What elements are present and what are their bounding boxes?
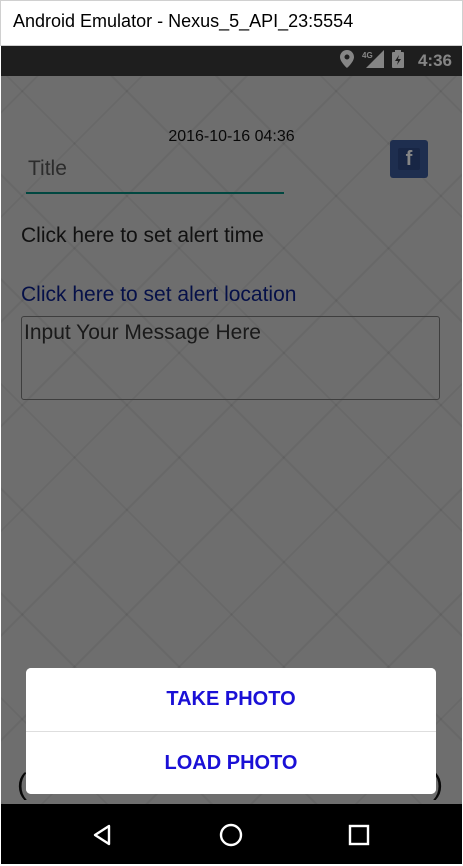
home-icon[interactable] bbox=[214, 818, 248, 852]
load-photo-button[interactable]: LOAD PHOTO bbox=[26, 732, 436, 794]
back-icon[interactable] bbox=[85, 818, 119, 852]
photo-options-dialog: TAKE PHOTO LOAD PHOTO bbox=[26, 668, 436, 794]
recents-icon[interactable] bbox=[342, 818, 376, 852]
take-photo-button[interactable]: TAKE PHOTO bbox=[26, 668, 436, 731]
emulator-title-bar: Android Emulator - Nexus_5_API_23:5554 bbox=[0, 0, 463, 46]
navigation-bar bbox=[1, 804, 462, 864]
phone-screen: 4G 4:36 2016-10-16 04:36 f Click here to… bbox=[1, 46, 462, 864]
window-title: Android Emulator - Nexus_5_API_23:5554 bbox=[13, 11, 354, 31]
